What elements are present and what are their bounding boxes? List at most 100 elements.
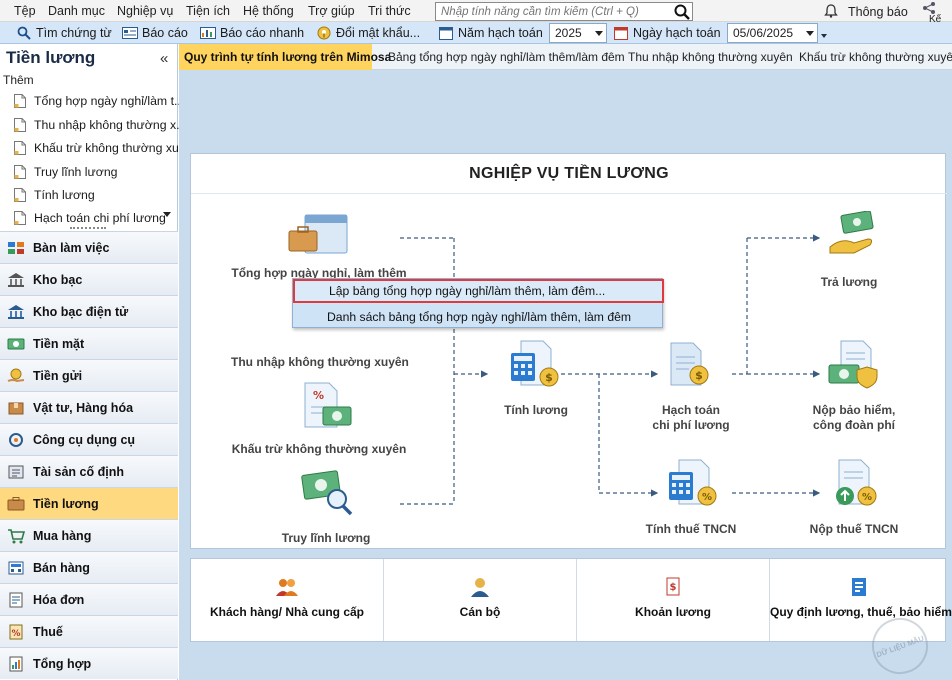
reports-button[interactable]: Báo cáo [122,22,188,44]
share-network-icon[interactable] [922,2,936,14]
favorite-item[interactable]: Khấu trừ không thường xu... [14,141,189,155]
tab-label: Thu nhập không thường xuyên [628,50,793,64]
chevron-down-icon [595,31,603,36]
module-tools[interactable]: Công cụ dụng cụ [0,423,178,455]
shortcut-customers-suppliers[interactable]: Khách hàng/ Nhà cung cấp [191,559,384,641]
node-back-pay[interactable]: Truy lĩnh lương [251,531,401,545]
menu-operations[interactable]: Nghiệp vụ [117,4,173,18]
desktop-icon [8,241,24,254]
node-salary-payment[interactable]: Trả lương [799,275,899,289]
key-icon [317,26,331,40]
quick-report-button[interactable]: Báo cáo nhanh [200,22,304,44]
node-payroll-posting-line2[interactable]: chi phí lương [641,418,741,432]
node-insurance-line2[interactable]: công đoàn phí [799,418,909,432]
money-search-icon [301,470,353,516]
panel-splitter[interactable] [70,227,106,230]
notifications-label[interactable]: Thông báo [848,5,908,19]
module-label: Tổng hợp [33,656,92,671]
change-password-button[interactable]: Đổi mật khẩu... [316,22,420,44]
module-label: Tài sản cố định [33,464,124,479]
module-purchasing[interactable]: Mua hàng [0,519,178,551]
fiscal-year-select[interactable]: 2025 [549,23,607,43]
bell-icon[interactable] [824,4,838,18]
module-label: Tiền lương [33,496,99,511]
module-label: Bán hàng [33,560,90,575]
salary-item-icon: $ [666,577,680,596]
module-deposit[interactable]: Tiền gửi [0,359,178,391]
tab-irregular-deduction[interactable]: Khấu trừ không thường xuyên [794,44,952,70]
tab-payroll-process[interactable]: Quy trình tự tính lương trên Mimosa [179,44,391,70]
favorite-item[interactable]: Tổng hợp ngày nghỉ/làm t... [14,94,184,108]
module-fixed-assets[interactable]: Tài sản cố định [0,455,178,487]
menu-system[interactable]: Hệ thống [243,4,294,18]
scroll-down-icon[interactable] [163,212,171,217]
shortcut-salary-items[interactable]: $ Khoản lương [577,559,770,641]
invoice-icon [9,592,23,607]
module-sales[interactable]: Bán hàng [0,551,178,583]
favorite-item[interactable]: Tính lương [14,188,95,202]
calendar-icon [439,27,453,40]
tab-label: Bảng tổng hợp ngày nghỉ/làm thêm/làm đêm [388,50,625,64]
find-voucher-button[interactable]: Tìm chứng từ [16,22,112,44]
svg-text:%: % [11,629,20,639]
briefcase-icon [7,496,25,510]
tab-irregular-income[interactable]: Thu nhập không thường xuyên [623,44,798,70]
node-irregular-deduction[interactable]: Khấu trừ không thường xuyên [231,442,407,456]
svg-text:$: $ [670,582,677,593]
menu-knowledge[interactable]: Tri thức [368,4,411,18]
module-tax[interactable]: % Thuế [0,615,178,647]
module-treasury[interactable]: Kho bạc [0,263,178,295]
document-icon [14,165,26,179]
module-general[interactable]: Tổng hợp [0,647,178,679]
reports-label: Báo cáo [142,26,188,40]
regulation-icon [851,578,866,596]
search-input[interactable] [436,3,666,20]
chevron-down-icon [806,31,814,36]
module-desktop[interactable]: Bàn làm việc [0,231,178,263]
node-insurance-line1[interactable]: Nộp bảo hiểm, [799,403,909,417]
toolbar-overflow-icon[interactable] [821,34,827,38]
module-cash[interactable]: Tiền mặt [0,327,178,359]
posting-date-label: Ngày hạch toán [633,26,721,40]
menu-help[interactable]: Trợ giúp [308,4,355,18]
node-payroll-calculation[interactable]: Tính lương [491,403,581,417]
box-icon [8,402,24,414]
menu-item-create-attendance-summary[interactable]: Lập bảng tổng hợp ngày nghỉ/làm thêm, là… [293,279,664,303]
module-e-treasury[interactable]: Kho bạc điện tử [0,295,178,327]
reference-shortcuts: Khách hàng/ Nhà cung cấp Cán bộ $ Khoản … [190,558,952,642]
menu-utilities[interactable]: Tiện ích [186,4,230,18]
tools-icon [9,432,23,447]
cart-icon [8,528,25,543]
posting-date-select[interactable]: 05/06/2025 [727,23,818,43]
pit-calculator-icon: % [669,459,717,506]
node-pit-payment[interactable]: Nộp thuế TNCN [799,522,909,536]
staff-icon [471,578,489,597]
process-panel: NGHIỆP VỤ TIỀN LƯƠNG % $ $ % % Tổng hợp … [190,153,947,549]
fiscal-year-label-group: Năm hạch toán [438,22,543,44]
favorite-item[interactable]: Hạch toán chi phí lương [14,211,166,225]
node-pit-calculation[interactable]: Tính thuế TNCN [641,522,741,536]
menu-catalog[interactable]: Danh mục [48,4,105,18]
fiscal-year-value: 2025 [555,26,582,40]
module-inventory[interactable]: Vật tư, Hàng hóa [0,391,178,423]
module-label: Kho bạc [33,272,83,287]
node-payroll-posting-line1[interactable]: Hạch toán [641,403,741,417]
module-title: Tiền lương [6,48,96,67]
node-irregular-income[interactable]: Thu nhập không thường xuyên [231,355,409,369]
shortcut-staff[interactable]: Cán bộ [384,559,577,641]
favorite-item[interactable]: Truy lĩnh lương [14,165,118,179]
module-payroll[interactable]: Tiền lương [0,487,178,519]
favorite-label: Tổng hợp ngày nghỉ/làm t... [34,94,185,108]
document-icon [14,118,26,132]
collapse-panel-button[interactable]: « [160,50,168,67]
tab-attendance-summary[interactable]: Bảng tổng hợp ngày nghỉ/làm thêm/làm đêm [383,44,630,70]
search-icon[interactable] [674,4,690,20]
favorite-label: Khấu trừ không thường xu... [34,141,190,155]
module-label: Kho bạc điện tử [33,304,129,319]
module-invoices[interactable]: Hóa đơn [0,583,178,615]
menu-item-attendance-summary-list[interactable]: Danh sách bảng tổng hợp ngày nghỉ/làm th… [293,305,664,329]
pit-payment-icon: % [836,459,877,506]
favorite-item[interactable]: Thu nhập không thường x... [14,118,186,132]
payroll-calculator-icon: $ [511,340,559,387]
menu-file[interactable]: Tệp [14,4,36,18]
